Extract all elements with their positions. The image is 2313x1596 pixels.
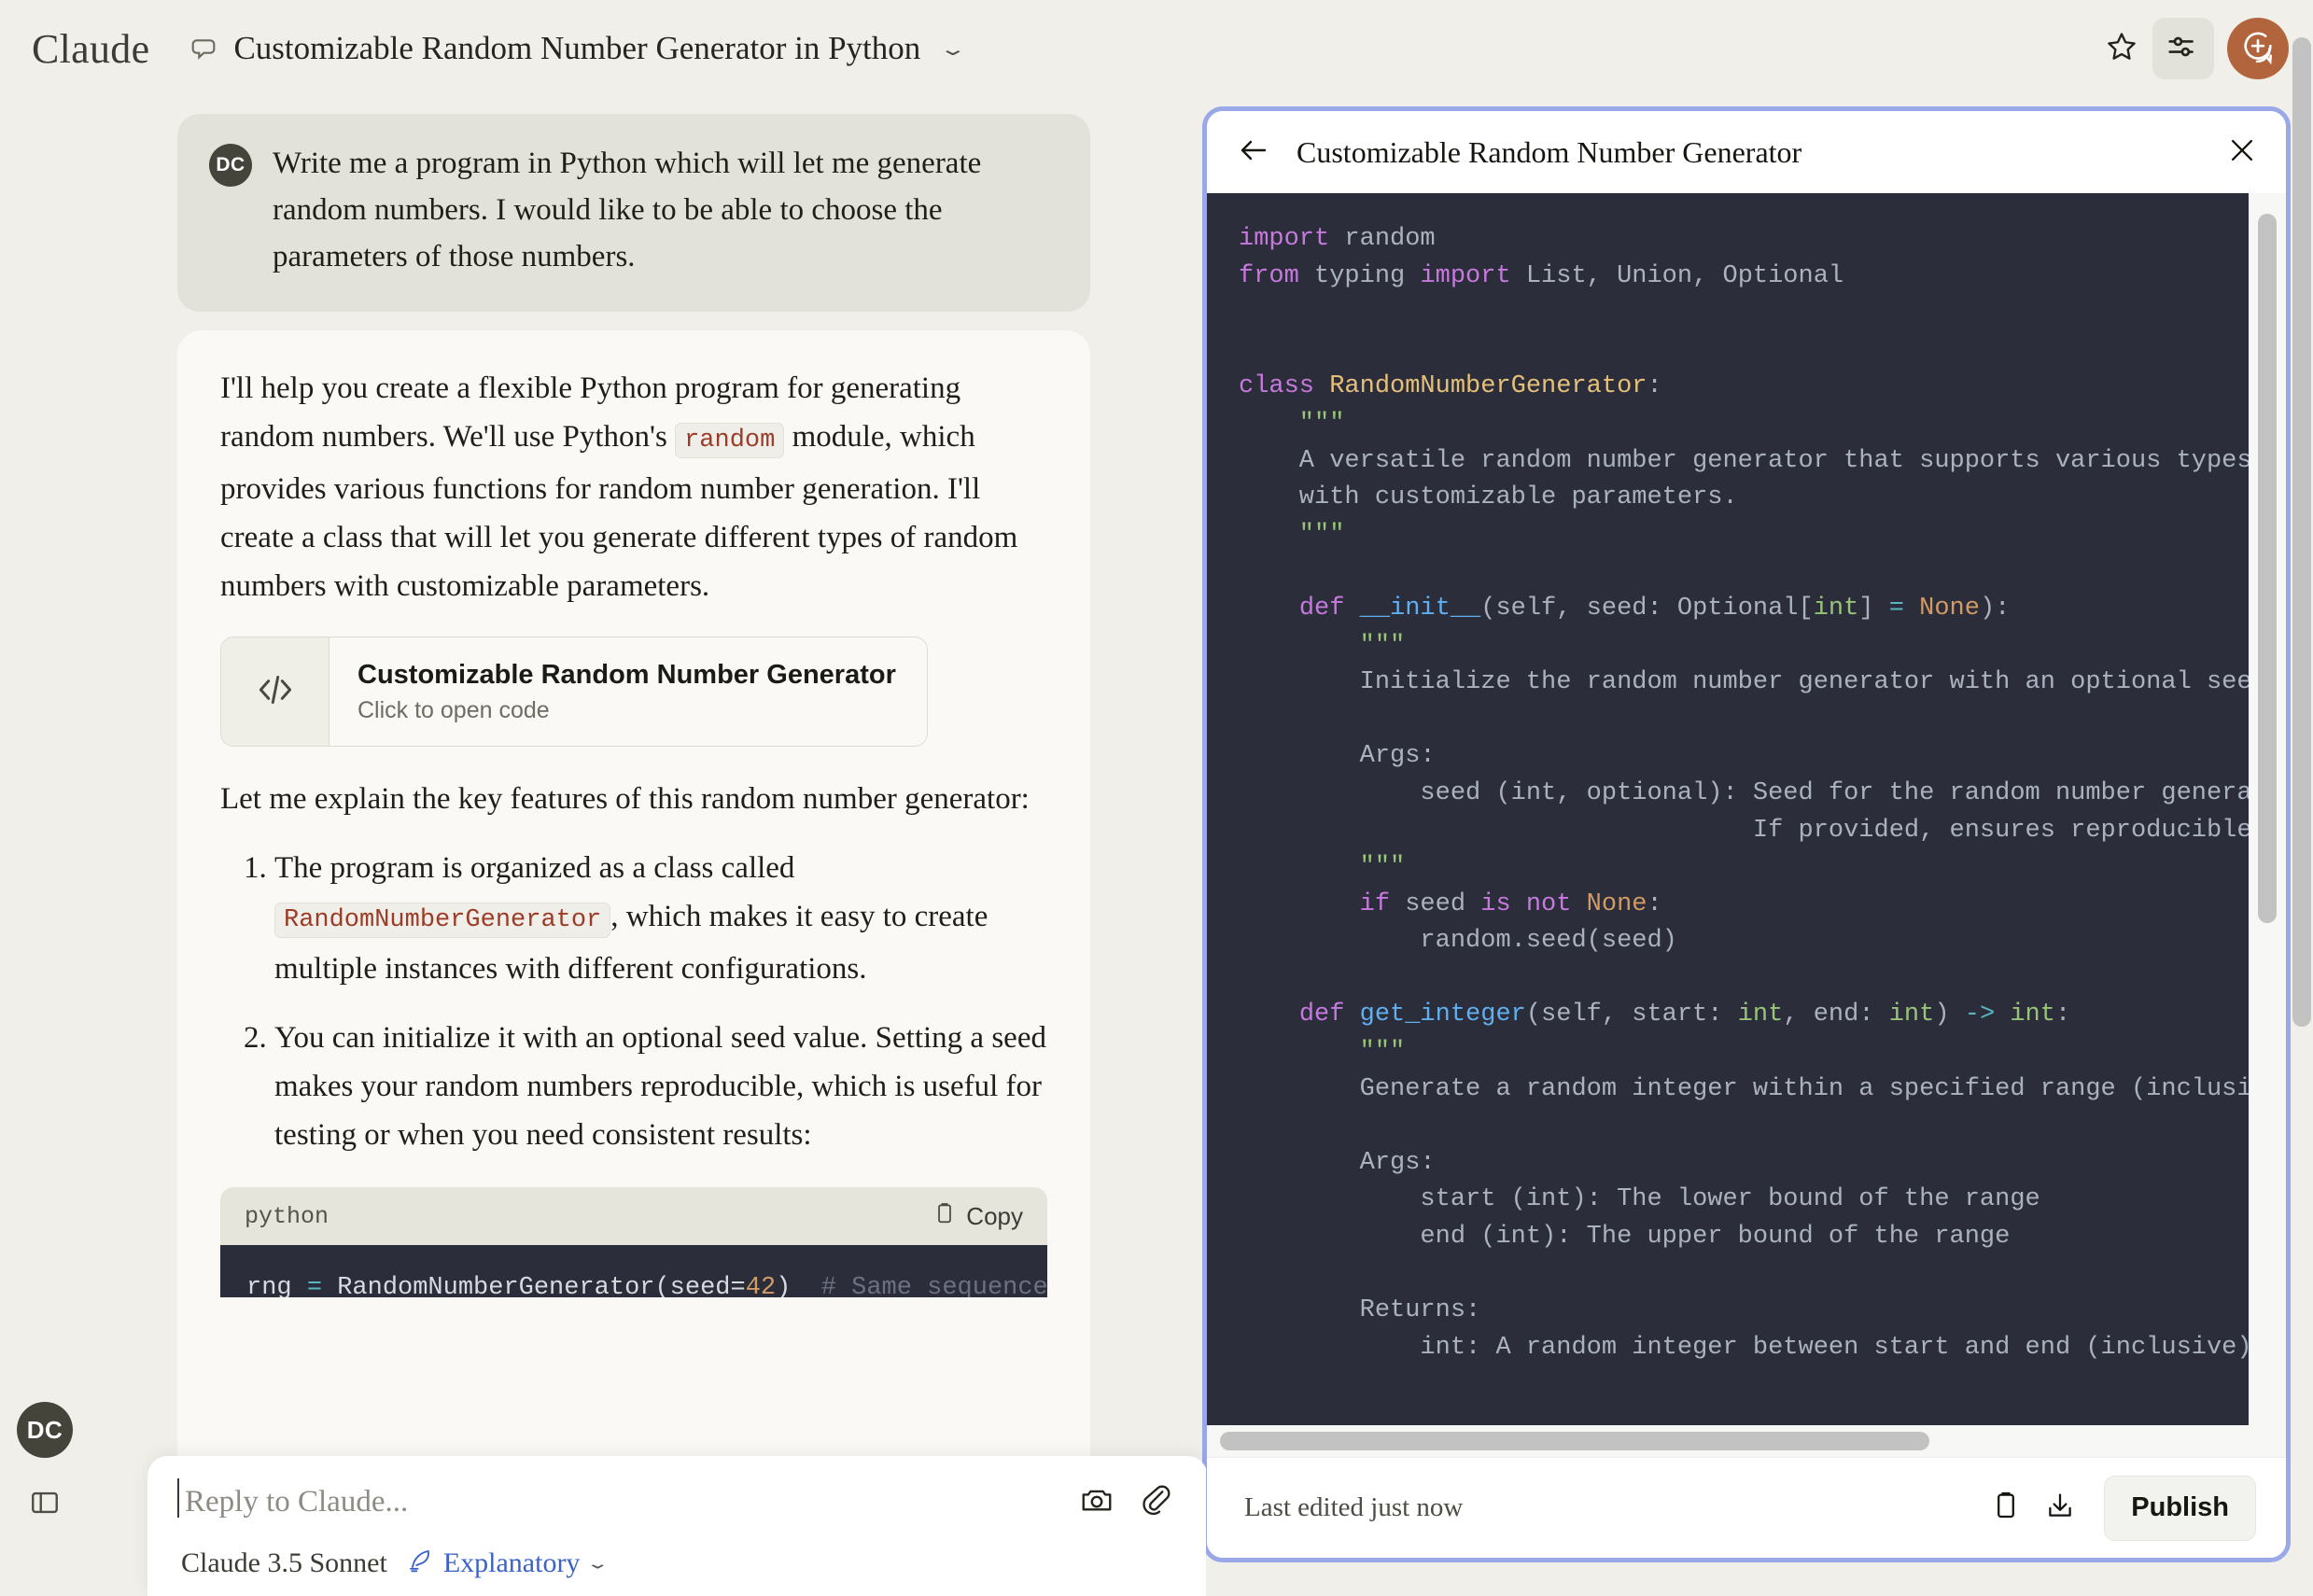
new-chat-icon <box>2239 28 2277 70</box>
feature-1-before: The program is organized as a class call… <box>274 851 794 885</box>
assistant-intro-paragraph: I'll help you create a flexible Python p… <box>220 364 1047 610</box>
assistant-message: I'll help you create a flexible Python p… <box>177 330 1090 1596</box>
inline-code-random: random <box>675 423 784 458</box>
reply-input[interactable]: Reply to Claude... <box>181 1485 408 1519</box>
settings-sliders-button[interactable] <box>2152 18 2214 79</box>
style-selector[interactable]: Explanatory ⌄ <box>406 1547 607 1579</box>
back-button[interactable] <box>1237 133 1270 172</box>
style-label: Explanatory <box>443 1547 581 1579</box>
top-bar: Claude Customizable Random Number Genera… <box>0 0 2313 97</box>
sidebar-toggle-icon <box>29 1487 61 1523</box>
artifact-panel-header: Customizable Random Number Generator <box>1207 111 2286 193</box>
artifact-horizontal-scrollbar[interactable] <box>1220 1432 1929 1450</box>
list-item: You can initialize it with an optional s… <box>274 1014 1047 1159</box>
arrow-left-icon <box>1237 133 1270 172</box>
clipboard-icon <box>932 1201 957 1232</box>
composer-input-row: Reply to Claude... <box>181 1482 1174 1522</box>
artifact-card-title: Customizable Random Number Generator <box>357 660 896 691</box>
sidebar-toggle-button[interactable] <box>24 1484 65 1525</box>
artifact-panel-title: Customizable Random Number Generator <box>1297 135 1801 170</box>
account-avatar[interactable]: DC <box>17 1402 73 1458</box>
publish-button[interactable]: Publish <box>2104 1476 2256 1541</box>
star-icon <box>2104 29 2139 69</box>
message-composer: Reply to Claude... <box>147 1456 1206 1596</box>
artifact-icon-box <box>221 637 329 746</box>
artifact-vertical-scrollbar[interactable] <box>2258 214 2277 923</box>
new-chat-button[interactable] <box>2227 18 2289 79</box>
sliders-icon <box>2166 29 2201 69</box>
quill-icon <box>406 1547 434 1579</box>
artifact-code-text: import random from typing import List, U… <box>1207 193 2286 1366</box>
code-block-body: rng = RandomNumberGenerator(seed=42) # S… <box>220 1245 1047 1297</box>
reply-input-placeholder: Reply to Claude... <box>185 1485 408 1519</box>
copy-artifact-button[interactable] <box>1979 1481 2033 1535</box>
artifact-panel: Customizable Random Number Generator imp… <box>1202 106 2291 1562</box>
artifact-code-area: import random from typing import List, U… <box>1207 193 2286 1457</box>
feature-2-text: You can initialize it with an optional s… <box>274 1021 1046 1152</box>
user-message-text: Write me a program in Python which will … <box>273 140 1058 280</box>
chevron-down-icon: ⌄ <box>586 1554 610 1573</box>
features-list: The program is organized as a class call… <box>220 844 1047 1159</box>
download-artifact-button[interactable] <box>2033 1481 2087 1535</box>
artifact-preview-card[interactable]: Customizable Random Number Generator Cli… <box>220 637 928 747</box>
last-edited-label: Last edited just now <box>1244 1492 1463 1523</box>
conversation-title-button[interactable]: Customizable Random Number Generator in … <box>177 22 974 75</box>
camera-button[interactable] <box>1079 1482 1114 1522</box>
user-avatar: DC <box>209 144 252 187</box>
attach-button[interactable] <box>1139 1482 1174 1522</box>
copy-label: Copy <box>966 1202 1023 1231</box>
download-icon <box>2044 1490 2076 1526</box>
text-caret <box>177 1478 179 1518</box>
star-button[interactable] <box>2091 18 2152 79</box>
code-block-header: python Copy <box>220 1187 1047 1245</box>
brand-logo[interactable]: Claude <box>32 25 149 73</box>
code-language-label: python <box>245 1203 329 1230</box>
close-artifact-button[interactable] <box>2226 134 2258 171</box>
composer-action-icons <box>1079 1482 1174 1522</box>
user-message: DC Write me a program in Python which wi… <box>177 114 1090 312</box>
artifact-card-meta: Customizable Random Number Generator Cli… <box>329 637 896 746</box>
artifact-panel-footer: Last edited just now <box>1207 1457 2286 1558</box>
composer-meta-row: Claude 3.5 Sonnet Explanatory ⌄ <box>181 1547 1174 1579</box>
chat-bubble-icon <box>189 34 218 63</box>
close-icon <box>2226 134 2258 171</box>
inline-code-block: python Copy rng = RandomNumberGenerator(… <box>220 1187 1047 1297</box>
conversation-title: Customizable Random Number Generator in … <box>233 30 920 67</box>
model-name-label[interactable]: Claude 3.5 Sonnet <box>181 1547 387 1579</box>
artifact-card-subtitle: Click to open code <box>357 697 896 724</box>
clipboard-icon <box>1990 1490 2022 1526</box>
chevron-down-icon: ⌄ <box>939 37 968 59</box>
code-brackets-icon <box>252 666 299 718</box>
chat-column: DC Write me a program in Python which wi… <box>0 97 1206 1596</box>
page-scrollbar-thumb[interactable] <box>2292 37 2311 1027</box>
copy-code-button[interactable]: Copy <box>932 1201 1023 1232</box>
claude-app-window: Claude Customizable Random Number Genera… <box>0 0 2313 1596</box>
list-item: The program is organized as a class call… <box>274 844 1047 993</box>
assistant-explain-lead: Let me explain the key features of this … <box>220 775 1047 823</box>
inline-code-class-name: RandomNumberGenerator <box>274 903 610 938</box>
